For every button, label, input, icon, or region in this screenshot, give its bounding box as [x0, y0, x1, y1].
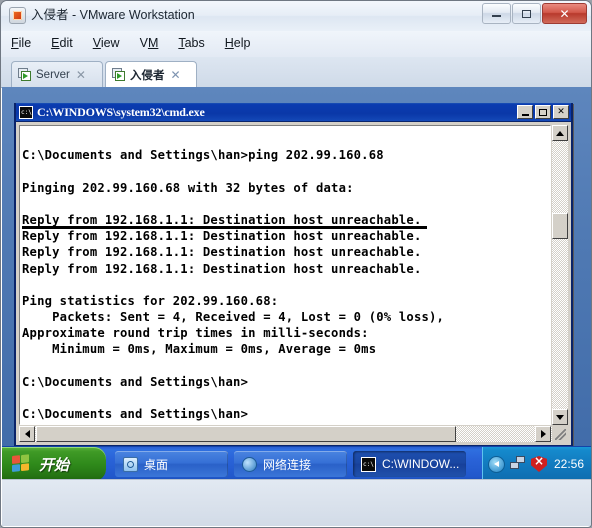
- tab-label: 入侵者: [130, 69, 165, 82]
- vm-tab-icon: [112, 68, 125, 81]
- close-button[interactable]: ✕: [542, 3, 587, 24]
- resize-grip[interactable]: [552, 426, 568, 442]
- scroll-left-icon: [24, 430, 30, 438]
- taskbar-item-label: 网络连接: [263, 457, 312, 472]
- cmd-output-line: Approximate round trip times in milli-se…: [22, 326, 369, 341]
- menu-item-tabs[interactable]: Tabs: [168, 31, 214, 54]
- tray-collapse-arrow-icon[interactable]: [488, 455, 505, 473]
- cmd-output-line: [22, 358, 550, 374]
- cmd-output-line: Packets: Sent = 4, Received = 4, Lost = …: [22, 310, 445, 325]
- command-prompt-window[interactable]: C:\WINDOWS\system32\cmd.exe ✕ C:\Documen…: [14, 103, 573, 447]
- taskbar-item-label: C:\WINDOW...: [382, 457, 460, 471]
- cmd-output-line: Reply from 192.168.1.1: Destination host…: [22, 229, 422, 244]
- desktop-icon: [123, 456, 138, 472]
- tab-close-icon[interactable]: ✕: [171, 68, 181, 82]
- taskbar-clock[interactable]: 22:56: [554, 457, 584, 471]
- vm-guest-screen[interactable]: 网络连接 C:\WINDOWS\system32\cmd.exe ✕ C:\Do…: [2, 87, 591, 481]
- taskbar-item-network-connections[interactable]: 网络连接: [234, 451, 347, 477]
- cmd-maximize-button[interactable]: [535, 105, 551, 119]
- cmd-output-line: Minimum = 0ms, Maximum = 0ms, Average = …: [22, 342, 377, 357]
- cmd-client-area: C:\Documents and Settings\han>ping 202.9…: [18, 124, 569, 443]
- tab-server[interactable]: Server ✕: [11, 61, 103, 87]
- scroll-left-button[interactable]: [19, 426, 35, 442]
- cmd-console-output[interactable]: C:\Documents and Settings\han>ping 202.9…: [19, 125, 551, 425]
- scroll-down-button[interactable]: [552, 409, 568, 425]
- close-icon: ✕: [559, 6, 570, 21]
- vm-tab-icon: [18, 68, 31, 81]
- minimize-icon: [521, 113, 529, 116]
- network-connections-icon: [242, 456, 257, 472]
- menu-item-help[interactable]: Help: [215, 31, 261, 54]
- scroll-up-button[interactable]: [552, 125, 568, 141]
- cmd-output-line: C:\Documents and Settings\han>: [22, 374, 249, 389]
- cmd-output-lines: C:\Documents and Settings\han>ping 202.9…: [22, 131, 550, 422]
- cmd-output-line: [22, 196, 550, 212]
- cmd-output-line: C:\Documents and Settings\han>ping 202.9…: [22, 148, 384, 163]
- windows-taskbar: 开始 桌面 网络连接 C:\WINDOW... 22:56: [2, 446, 591, 481]
- system-tray: 22:56: [482, 447, 591, 481]
- taskbar-item-command-prompt[interactable]: C:\WINDOW...: [353, 451, 466, 477]
- vertical-scroll-thumb[interactable]: [552, 213, 568, 239]
- horizontal-scroll-thumb[interactable]: [36, 426, 456, 442]
- vm-tab-bar: Server ✕ 入侵者 ✕: [1, 57, 591, 88]
- menu-bar: File Edit View VM Tabs Help: [1, 31, 591, 58]
- cmd-console-icon: [361, 456, 376, 472]
- security-alert-shield-icon[interactable]: [531, 456, 547, 472]
- menu-item-file[interactable]: File: [1, 31, 41, 54]
- cmd-output-line: Pinging 202.99.160.68 with 32 bytes of d…: [22, 180, 354, 195]
- annotation-underline: [22, 226, 427, 229]
- cmd-minimize-button[interactable]: [517, 105, 533, 119]
- window-title: 入侵者 - VMware Workstation: [31, 8, 195, 22]
- maximize-icon: [513, 4, 540, 23]
- scroll-down-icon: [556, 414, 564, 420]
- tab-intruder[interactable]: 入侵者 ✕: [105, 61, 197, 87]
- cmd-vertical-scrollbar[interactable]: [551, 125, 568, 425]
- close-icon: ✕: [557, 107, 565, 117]
- cmd-output-line: [22, 277, 550, 293]
- window-controls: ✕: [481, 3, 587, 25]
- menu-item-edit[interactable]: Edit: [41, 31, 83, 54]
- menu-item-vm[interactable]: VM: [130, 31, 169, 54]
- cmd-output-line: C:\Documents and Settings\han>: [22, 407, 249, 422]
- cmd-horizontal-scrollbar[interactable]: [19, 426, 568, 442]
- taskbar-item-label: 桌面: [144, 457, 169, 472]
- scroll-right-icon: [540, 430, 546, 438]
- vmware-status-bar: [2, 479, 591, 526]
- minimize-button[interactable]: [482, 3, 511, 24]
- cmd-output-line: [22, 163, 550, 179]
- cmd-output-line: [22, 390, 550, 406]
- minimize-icon: [483, 4, 510, 23]
- tab-label: Server: [36, 68, 70, 81]
- cmd-close-button[interactable]: ✕: [553, 105, 569, 119]
- start-button[interactable]: 开始: [2, 447, 106, 481]
- windows-flag-icon: [12, 454, 31, 474]
- taskbar-item-desktop[interactable]: 桌面: [115, 451, 228, 477]
- cmd-output-line: Ping statistics for 202.99.160.68:: [22, 293, 279, 308]
- cmd-output-line: [22, 131, 550, 147]
- cmd-output-line: Reply from 192.168.1.1: Destination host…: [22, 261, 422, 276]
- vmware-workstation-window: 入侵者 - VMware Workstation ✕ File Edit Vie…: [0, 0, 592, 528]
- menu-item-view[interactable]: View: [83, 31, 130, 54]
- start-label: 开始: [39, 457, 70, 474]
- cmd-output-line: Reply from 192.168.1.1: Destination host…: [22, 245, 422, 260]
- cmd-titlebar: C:\WINDOWS\system32\cmd.exe ✕: [16, 103, 571, 122]
- maximize-button[interactable]: [512, 3, 541, 24]
- scroll-right-button[interactable]: [535, 426, 551, 442]
- cmd-console-icon: [19, 105, 33, 119]
- vmware-logo-icon: [9, 7, 26, 24]
- cmd-title: C:\WINDOWS\system32\cmd.exe: [37, 104, 205, 119]
- scroll-up-icon: [556, 130, 564, 136]
- network-status-icon[interactable]: [510, 456, 526, 472]
- window-titlebar: 入侵者 - VMware Workstation ✕: [1, 1, 591, 32]
- maximize-icon: [539, 108, 547, 116]
- tab-close-icon[interactable]: ✕: [76, 68, 86, 82]
